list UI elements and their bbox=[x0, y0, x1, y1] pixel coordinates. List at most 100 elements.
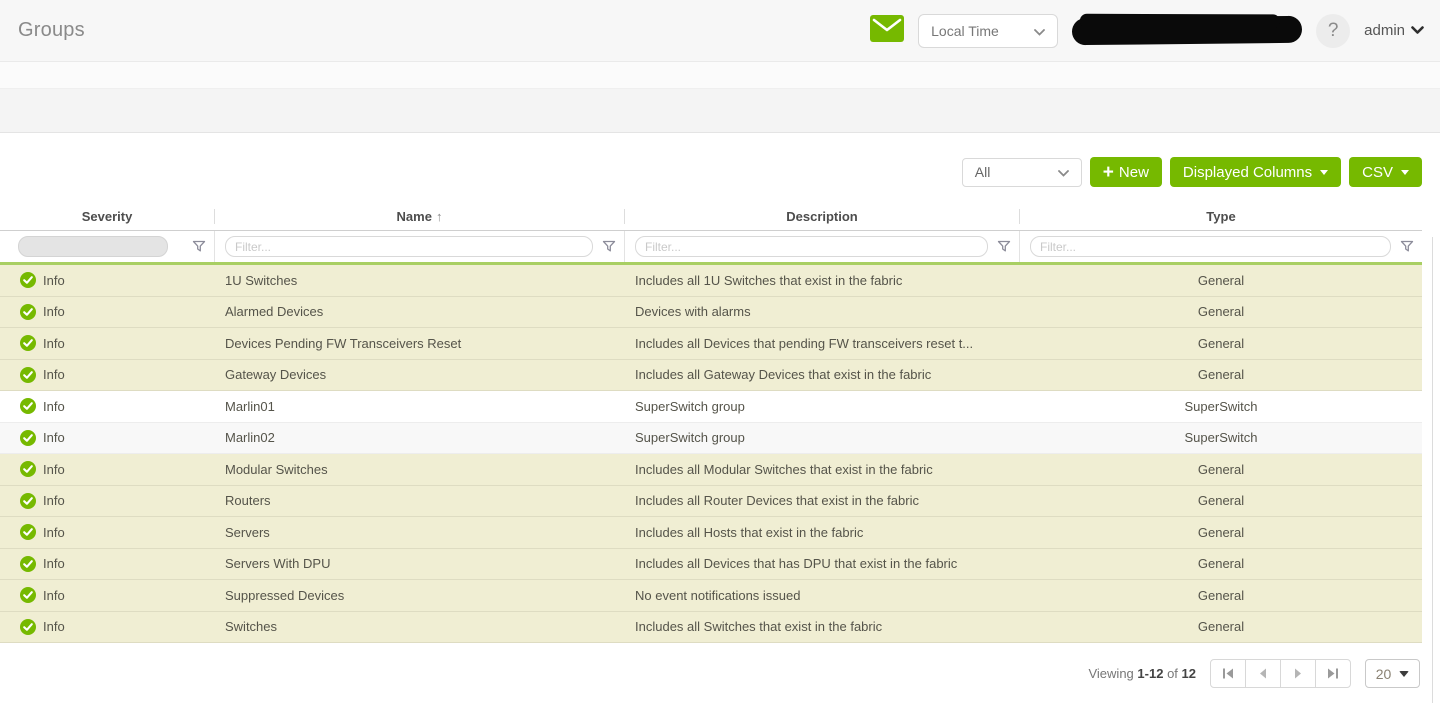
description-filter-input[interactable] bbox=[635, 236, 988, 257]
groups-page-content: All + New Displayed Columns CSV Severity bbox=[0, 133, 1440, 719]
cell-severity: Info bbox=[0, 304, 215, 320]
table-row[interactable]: Info Modular Switches Includes all Modul… bbox=[0, 454, 1422, 486]
cell-type: General bbox=[1020, 493, 1422, 508]
severity-label: Info bbox=[43, 304, 65, 319]
table-row[interactable]: Info Routers Includes all Router Devices… bbox=[0, 486, 1422, 518]
cell-severity: Info bbox=[0, 619, 215, 635]
table-row[interactable]: Info Servers With DPU Includes all Devic… bbox=[0, 549, 1422, 581]
csv-button[interactable]: CSV bbox=[1349, 157, 1422, 187]
cell-type: General bbox=[1020, 367, 1422, 382]
caret-down-icon bbox=[1320, 170, 1328, 175]
table-row[interactable]: Info Suppressed Devices No event notific… bbox=[0, 580, 1422, 612]
cell-type: General bbox=[1020, 336, 1422, 351]
severity-label: Info bbox=[43, 493, 65, 508]
cell-description: SuperSwitch group bbox=[625, 399, 1020, 414]
cell-name: 1U Switches bbox=[215, 273, 625, 288]
timezone-value: Local Time bbox=[931, 23, 999, 39]
filter-cell-severity bbox=[0, 231, 215, 262]
table-body: Info 1U Switches Includes all 1U Switche… bbox=[0, 262, 1422, 643]
chevron-down-icon bbox=[1399, 671, 1409, 677]
cell-description: Includes all Gateway Devices that exist … bbox=[625, 367, 1020, 382]
table-row[interactable]: Info Gateway Devices Includes all Gatewa… bbox=[0, 360, 1422, 392]
cell-name: Routers bbox=[215, 493, 625, 508]
funnel-icon[interactable] bbox=[192, 240, 206, 253]
cell-type: General bbox=[1020, 619, 1422, 634]
table-toolbar: All + New Displayed Columns CSV bbox=[0, 133, 1440, 187]
cell-name: Gateway Devices bbox=[215, 367, 625, 382]
type-filter-input[interactable] bbox=[1030, 236, 1391, 257]
column-header-type[interactable]: Type bbox=[1020, 209, 1422, 224]
funnel-icon[interactable] bbox=[997, 240, 1011, 253]
mail-button[interactable] bbox=[870, 15, 904, 47]
name-filter-input[interactable] bbox=[225, 236, 593, 257]
cell-type: General bbox=[1020, 588, 1422, 603]
table-row[interactable]: Info Servers Includes all Hosts that exi… bbox=[0, 517, 1422, 549]
table-row[interactable]: Info Switches Includes all Switches that… bbox=[0, 612, 1422, 644]
table-filter-row bbox=[0, 231, 1422, 262]
cell-description: Includes all Switches that exist in the … bbox=[625, 619, 1020, 634]
column-header-severity[interactable]: Severity bbox=[0, 209, 215, 224]
cell-name: Modular Switches bbox=[215, 462, 625, 477]
user-name: admin bbox=[1364, 22, 1405, 39]
cell-severity: Info bbox=[0, 524, 215, 540]
check-circle-icon bbox=[20, 335, 36, 351]
cell-severity: Info bbox=[0, 587, 215, 603]
prev-page-button[interactable] bbox=[1245, 659, 1281, 688]
page-header: Groups Local Time ? admin bbox=[0, 0, 1440, 62]
user-menu[interactable]: admin bbox=[1364, 22, 1424, 39]
cell-description: Includes all Router Devices that exist i… bbox=[625, 493, 1020, 508]
new-button[interactable]: + New bbox=[1090, 157, 1162, 187]
page-size-select[interactable]: 20 bbox=[1365, 659, 1420, 688]
first-page-button[interactable] bbox=[1210, 659, 1246, 688]
displayed-columns-button[interactable]: Displayed Columns bbox=[1170, 157, 1341, 187]
cell-description: Includes all Devices that has DPU that e… bbox=[625, 556, 1020, 571]
page-title: Groups bbox=[18, 19, 85, 42]
cell-type: General bbox=[1020, 556, 1422, 571]
cell-name: Switches bbox=[215, 619, 625, 634]
pagination-bar: Viewing 1-12 of 12 20 bbox=[0, 643, 1440, 688]
cell-name: Servers With DPU bbox=[215, 556, 625, 571]
help-button[interactable]: ? bbox=[1316, 14, 1350, 48]
table-header-row: Severity Name↑ Description Type bbox=[0, 203, 1422, 231]
cell-type: General bbox=[1020, 462, 1422, 477]
viewing-total: 12 bbox=[1182, 666, 1196, 681]
caret-down-icon bbox=[1401, 170, 1409, 175]
table-row[interactable]: Info Devices Pending FW Transceivers Res… bbox=[0, 328, 1422, 360]
table-row[interactable]: Info Alarmed Devices Devices with alarms… bbox=[0, 297, 1422, 329]
cell-description: SuperSwitch group bbox=[625, 430, 1020, 445]
severity-label: Info bbox=[43, 273, 65, 288]
last-page-button[interactable] bbox=[1315, 659, 1351, 688]
column-header-name[interactable]: Name↑ bbox=[215, 209, 625, 224]
cell-description: Includes all Hosts that exist in the fab… bbox=[625, 525, 1020, 540]
check-circle-icon bbox=[20, 430, 36, 446]
last-page-icon bbox=[1327, 668, 1339, 679]
column-header-description[interactable]: Description bbox=[625, 209, 1020, 224]
chevron-down-icon bbox=[1034, 23, 1045, 39]
severity-label: Info bbox=[43, 399, 65, 414]
table-row[interactable]: Info Marlin01 SuperSwitch group SuperSwi… bbox=[0, 391, 1422, 423]
check-circle-icon bbox=[20, 272, 36, 288]
timezone-select[interactable]: Local Time bbox=[918, 14, 1058, 48]
plus-icon: + bbox=[1103, 163, 1114, 182]
cell-type: General bbox=[1020, 304, 1422, 319]
severity-label: Info bbox=[43, 336, 65, 351]
group-type-filter-select[interactable]: All bbox=[962, 158, 1082, 187]
funnel-icon[interactable] bbox=[602, 240, 616, 253]
filter-cell-type bbox=[1020, 231, 1422, 262]
next-page-button[interactable] bbox=[1280, 659, 1316, 688]
check-circle-icon bbox=[20, 461, 36, 477]
table-row[interactable]: Info Marlin02 SuperSwitch group SuperSwi… bbox=[0, 423, 1422, 455]
cell-name: Servers bbox=[215, 525, 625, 540]
severity-filter-input[interactable] bbox=[18, 236, 168, 257]
funnel-icon[interactable] bbox=[1400, 240, 1414, 253]
prev-page-icon bbox=[1259, 668, 1267, 679]
severity-label: Info bbox=[43, 430, 65, 445]
page-size-value: 20 bbox=[1376, 666, 1392, 682]
viewing-summary: Viewing 1-12 of 12 bbox=[1088, 666, 1196, 681]
table-row[interactable]: Info 1U Switches Includes all 1U Switche… bbox=[0, 265, 1422, 297]
question-icon: ? bbox=[1328, 20, 1339, 42]
filter-cell-name bbox=[215, 231, 625, 262]
scrollbar-track[interactable] bbox=[1432, 237, 1433, 703]
viewing-range: 1-12 bbox=[1137, 666, 1163, 681]
chevron-down-icon bbox=[1058, 164, 1069, 180]
